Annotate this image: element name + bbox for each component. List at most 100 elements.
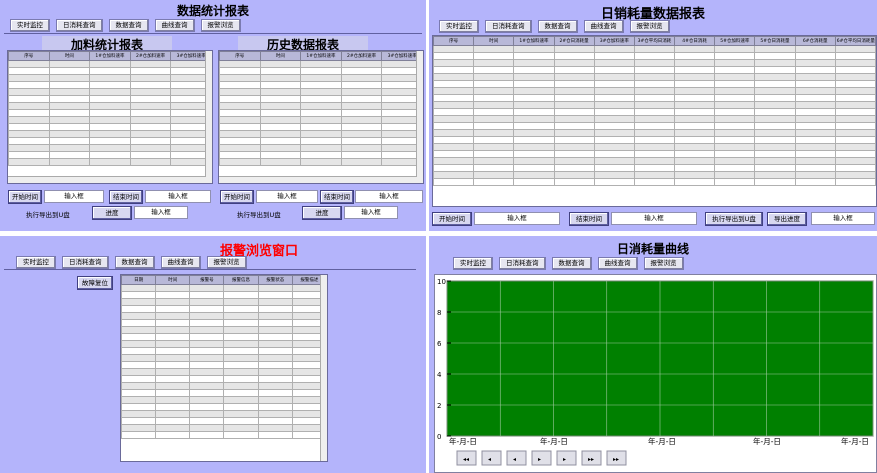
table-row[interactable] [8, 102, 212, 110]
table-row[interactable] [120, 382, 328, 390]
chart-nav-button[interactable] [506, 450, 527, 466]
chart-nav-button[interactable] [556, 450, 577, 466]
table-row[interactable] [8, 109, 212, 117]
start-time-button[interactable]: 开始时间 [8, 190, 42, 204]
tab-daily[interactable]: 日消耗查询 [485, 20, 532, 33]
start-time-button-2[interactable]: 开始时间 [220, 190, 254, 204]
table-row[interactable] [120, 417, 328, 425]
tab-alarm[interactable]: 报警浏览 [200, 19, 241, 32]
table-row[interactable] [120, 431, 328, 439]
table-row[interactable] [120, 298, 328, 306]
table-row[interactable] [8, 137, 212, 145]
scrollbar-vertical[interactable] [320, 275, 327, 461]
tab-data[interactable]: 数据查询 [114, 256, 155, 269]
table-row[interactable] [120, 396, 328, 404]
scrollbar-vertical[interactable] [205, 51, 212, 183]
end-time-button-2[interactable]: 结束时间 [320, 190, 354, 204]
progress-input-2[interactable]: 输入框 [344, 206, 398, 219]
table-row[interactable] [219, 130, 423, 138]
table-row[interactable] [432, 94, 877, 102]
column-header[interactable]: 序号 [219, 51, 261, 61]
table-row[interactable] [219, 88, 423, 96]
column-header[interactable]: 4#仓日消耗 [674, 36, 716, 46]
column-header[interactable]: 报警号 [189, 275, 225, 285]
table-row[interactable] [120, 333, 328, 341]
table-row[interactable] [219, 116, 423, 124]
column-header[interactable]: 时间 [155, 275, 191, 285]
start-time-input[interactable]: 输入框 [44, 190, 104, 203]
scrollbar-vertical[interactable] [416, 51, 423, 183]
table-row[interactable] [120, 305, 328, 313]
end-time-button[interactable]: 结束时间 [569, 212, 609, 226]
table-row[interactable] [432, 108, 877, 116]
table-row[interactable] [219, 81, 423, 89]
table-row[interactable] [219, 151, 423, 159]
column-header[interactable]: 5#仓加料速率 [714, 36, 756, 46]
table-row[interactable] [432, 143, 877, 151]
history-report-table[interactable]: 序号 时间 1#仓加料速率 2#仓加料速率 3#仓加料速率 [218, 50, 424, 184]
table-row[interactable] [8, 88, 212, 96]
table-row[interactable] [8, 130, 212, 138]
table-row[interactable] [120, 389, 328, 397]
table-row[interactable] [432, 164, 877, 172]
tab-data[interactable]: 数据查询 [551, 257, 592, 270]
column-header[interactable]: 日期 [120, 275, 157, 285]
scrollbar-horizontal[interactable] [8, 176, 206, 183]
table-row[interactable] [120, 410, 328, 418]
progress-input[interactable]: 输入框 [134, 206, 188, 219]
table-row[interactable] [219, 109, 423, 117]
feed-report-table[interactable]: 序号 时间 1#仓加料速率 2#仓加料速率 3#仓加料速率 [7, 50, 213, 184]
tab-curve[interactable]: 曲线查询 [583, 20, 624, 33]
table-row[interactable] [8, 158, 212, 166]
end-time-input[interactable]: 输入框 [145, 190, 211, 203]
table-row[interactable] [219, 60, 423, 68]
table-row[interactable] [8, 144, 212, 152]
table-row[interactable] [219, 95, 423, 103]
fault-reset-button[interactable]: 故障复位 [77, 276, 113, 290]
table-row[interactable] [432, 171, 877, 179]
chart-nav-button[interactable] [481, 450, 502, 466]
table-row[interactable] [432, 52, 877, 60]
table-row[interactable] [219, 123, 423, 131]
table-row[interactable] [432, 66, 877, 74]
table-row[interactable] [120, 403, 328, 411]
column-header[interactable]: 6#仓消耗量 [794, 36, 836, 46]
column-header[interactable]: 1#仓加料速率 [300, 51, 342, 61]
table-row[interactable] [8, 95, 212, 103]
table-row[interactable] [8, 116, 212, 124]
tab-alarm[interactable]: 报警浏览 [643, 257, 684, 270]
chart-nav-button[interactable] [531, 450, 552, 466]
progress-button[interactable]: 进度 [92, 206, 132, 220]
table-row[interactable] [219, 137, 423, 145]
table-row[interactable] [120, 368, 328, 376]
table-row[interactable] [8, 74, 212, 82]
tab-alarm[interactable]: 报警浏览 [629, 20, 670, 33]
table-row[interactable] [120, 291, 328, 299]
table-row[interactable] [120, 361, 328, 369]
table-row[interactable] [432, 178, 877, 186]
table-row[interactable] [219, 158, 423, 166]
table-row[interactable] [432, 101, 877, 109]
tab-data[interactable]: 数据查询 [108, 19, 149, 32]
table-row[interactable] [8, 60, 212, 68]
column-header[interactable]: 2#仓日消耗量 [553, 36, 595, 46]
table-row[interactable] [219, 67, 423, 75]
table-row[interactable] [120, 284, 328, 292]
column-header[interactable]: 2#仓加料速率 [129, 51, 172, 61]
table-row[interactable] [120, 354, 328, 362]
column-header[interactable]: 6#仓平均日消耗量 [834, 36, 877, 46]
scrollbar-horizontal[interactable] [219, 176, 417, 183]
start-time-input-2[interactable]: 输入框 [256, 190, 318, 203]
table-row[interactable] [8, 123, 212, 131]
table-row[interactable] [432, 150, 877, 158]
tab-realtime[interactable]: 实时监控 [453, 257, 493, 270]
table-row[interactable] [120, 375, 328, 383]
export-usb-button[interactable]: 执行导出到U盘 [705, 212, 763, 226]
table-row[interactable] [120, 424, 328, 432]
column-header[interactable]: 序号 [432, 36, 475, 46]
table-row[interactable] [432, 122, 877, 130]
daily-report-table[interactable]: 序号 时间 1#仓加料速率 2#仓日消耗量 3#仓加料速率 3#仓平均日消耗 4#仓日消耗 5… [432, 35, 877, 207]
column-header[interactable]: 序号 [8, 51, 50, 61]
tab-realtime[interactable]: 实时监控 [10, 19, 50, 32]
column-header[interactable]: 1#仓加料速率 [89, 51, 131, 61]
